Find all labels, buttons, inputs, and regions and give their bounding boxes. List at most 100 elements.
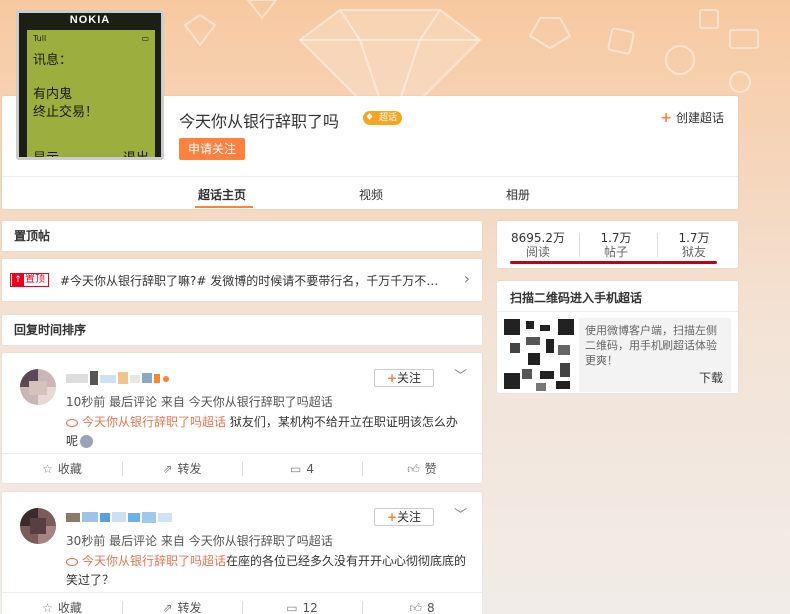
post-content: 今天你从银行辞职了吗超话 狱友们，某机构不给开立在职证明该怎么办呢	[66, 413, 468, 451]
signal-icon: Tull	[33, 34, 47, 43]
avatar[interactable]	[20, 508, 56, 544]
topic-link[interactable]: 今天你从银行辞职了吗超话	[66, 415, 226, 429]
comment-count: 12	[302, 601, 318, 614]
create-supertopic-link[interactable]: + 创建超话	[660, 109, 724, 126]
posts-label: 帖子	[603, 245, 628, 259]
follow-button[interactable]: +关注	[374, 369, 434, 387]
stat-read: 8695.2万 阅读	[503, 231, 573, 259]
chevron-down-icon[interactable]: ﹀	[454, 504, 467, 523]
like-label: 赞	[424, 462, 437, 476]
divider	[579, 233, 580, 257]
badge-label: 超话	[379, 113, 398, 123]
stats-panel: 8695.2万 阅读 1.7万 帖子 1.7万 狱友	[497, 221, 738, 268]
pinned-tag-label: 置顶	[25, 274, 45, 285]
comment-count: 4	[306, 462, 314, 476]
repost-label: 转发	[177, 462, 202, 476]
favorite-label: 收藏	[57, 601, 82, 614]
soft-key-left: 显示	[33, 151, 60, 160]
pinned-post[interactable]: ↑ 置顶 #今天你从银行辞职了嘛?# 发微博的时候请不要带行名，千万千万不要… ›	[2, 259, 482, 301]
qr-desc-text: 使用微博客户端，扫描左侧二维码，用手机刷超话体验更爽！	[585, 324, 717, 367]
divider	[657, 233, 658, 257]
topic-label: 今天你从银行辞职了吗超话	[82, 415, 227, 429]
follow-label: 关注	[397, 510, 422, 524]
topic-icon	[66, 557, 78, 566]
like-button[interactable]: 👍︎ 8	[362, 593, 482, 614]
post-actions: ☆ 收藏 ⇗ 转发 ▭ 4 👍︎ 赞	[2, 453, 482, 483]
follow-button[interactable]: +关注	[374, 508, 434, 526]
diamond-icon: ♦	[365, 112, 374, 123]
comment-button[interactable]: ▭ 4	[242, 454, 362, 483]
apply-follow-button[interactable]: 申请关注	[179, 138, 245, 160]
favorite-label: 收藏	[57, 462, 82, 476]
download-link[interactable]: 下载	[699, 371, 723, 386]
post-meta: 10秒前 最后评论 来自 今天你从银行辞职了吗超话	[66, 395, 333, 409]
avatar[interactable]	[20, 369, 56, 405]
screen-line-1: 讯息：	[33, 53, 73, 68]
follow-label: 关注	[397, 371, 422, 385]
fans-count: 1.7万	[678, 231, 710, 245]
tab-home[interactable]: 超话主页	[198, 186, 246, 203]
plus-icon: +	[660, 110, 672, 126]
battery-icon: ▭	[141, 34, 149, 43]
screen-line-2: 有内鬼	[33, 87, 73, 102]
phone-screen: Tull ▭ 讯息： 有内鬼 终止交易！ 显示 退出	[27, 30, 155, 160]
stat-fans: 1.7万 狱友	[659, 231, 729, 259]
stat-posts: 1.7万 帖子	[581, 231, 651, 259]
soft-key-right: 退出	[122, 151, 149, 160]
sort-heading: 回复时间排序	[2, 315, 482, 345]
topic-label: 今天你从银行辞职了吗超话	[82, 554, 227, 568]
post-actions: ☆ 收藏 ⇗ 转发 ▭ 12 👍︎ 8	[2, 592, 482, 614]
post-meta: 30秒前 最后评论 来自 今天你从银行辞职了吗超话	[66, 534, 333, 548]
page-title: 今天你从银行辞职了吗	[179, 112, 340, 131]
favorite-button[interactable]: ☆ 收藏	[2, 593, 122, 614]
post-card: 30秒前 最后评论 来自 今天你从银行辞职了吗超话 今天你从银行辞职了吗超话在座…	[2, 492, 482, 614]
active-tab-indicator	[195, 206, 253, 208]
posts-count: 1.7万	[600, 231, 632, 245]
repost-icon: ⇗	[162, 601, 173, 614]
qr-panel: 扫描二维码进入手机超话 使用微博客户端，扫描左侧二维码，用手机刷超话体验更爽！ …	[497, 281, 738, 393]
username-masked[interactable]	[66, 371, 176, 385]
qr-title: 扫描二维码进入手机超话	[510, 291, 643, 305]
comment-button[interactable]: ▭ 12	[242, 593, 362, 614]
divider	[497, 311, 738, 312]
star-icon: ☆	[42, 601, 53, 614]
create-label: 创建超话	[675, 111, 724, 125]
plus-icon: +	[386, 510, 398, 524]
topic-icon	[66, 418, 78, 427]
repost-button[interactable]: ⇗ 转发	[122, 454, 242, 483]
pinned-heading: 置顶帖	[2, 221, 482, 251]
tab-bar: 超话主页 视频 相册	[2, 176, 738, 209]
qr-description: 使用微博客户端，扫描左侧二维码，用手机刷超话体验更爽！ 下载	[579, 318, 731, 392]
like-count: 8	[426, 601, 435, 614]
comment-icon: ▭	[286, 601, 298, 614]
like-button[interactable]: 👍︎ 赞	[362, 454, 482, 483]
comment-icon: ▭	[290, 462, 302, 476]
emoji-icon	[80, 435, 94, 448]
thumbs-up-icon: 👍︎	[409, 601, 422, 614]
topic-link[interactable]: 今天你从银行辞职了吗超话	[66, 554, 226, 568]
qr-code-image	[500, 317, 578, 393]
thumbs-up-icon: 👍︎	[407, 462, 420, 476]
repost-icon: ⇗	[162, 462, 173, 476]
stats-underline	[510, 261, 717, 264]
star-icon: ☆	[42, 462, 53, 476]
phone-brand: NOKIA	[69, 14, 111, 26]
repost-button[interactable]: ⇗ 转发	[122, 593, 242, 614]
post-content: 今天你从银行辞职了吗超话在座的各位已经多久没有开开心心彻彻底底的笑过了？	[66, 552, 468, 590]
screen-line-3: 终止交易！	[33, 105, 99, 120]
favorite-button[interactable]: ☆ 收藏	[2, 454, 122, 483]
chevron-down-icon[interactable]: ﹀	[454, 365, 467, 384]
cover-image: NOKIA Tull ▭ 讯息： 有内鬼 终止交易！ 显示 退出	[16, 10, 164, 160]
fans-label: 狱友	[681, 245, 706, 259]
read-count: 8695.2万	[511, 231, 565, 245]
post-card: 10秒前 最后评论 来自 今天你从银行辞职了吗超话 今天你从银行辞职了吗超话 狱…	[2, 353, 482, 483]
chevron-right-icon[interactable]: ›	[464, 269, 470, 288]
repost-label: 转发	[177, 601, 202, 614]
supertopic-badge: ♦ 超话	[363, 111, 403, 125]
tab-video[interactable]: 视频	[359, 186, 383, 203]
tab-album[interactable]: 相册	[506, 186, 530, 203]
pinned-text[interactable]: #今天你从银行辞职了嘛?# 发微博的时候请不要带行名，千万千万不要…	[60, 272, 450, 289]
read-label: 阅读	[525, 245, 550, 259]
username-masked[interactable]	[66, 510, 176, 524]
plus-icon: +	[386, 371, 398, 385]
